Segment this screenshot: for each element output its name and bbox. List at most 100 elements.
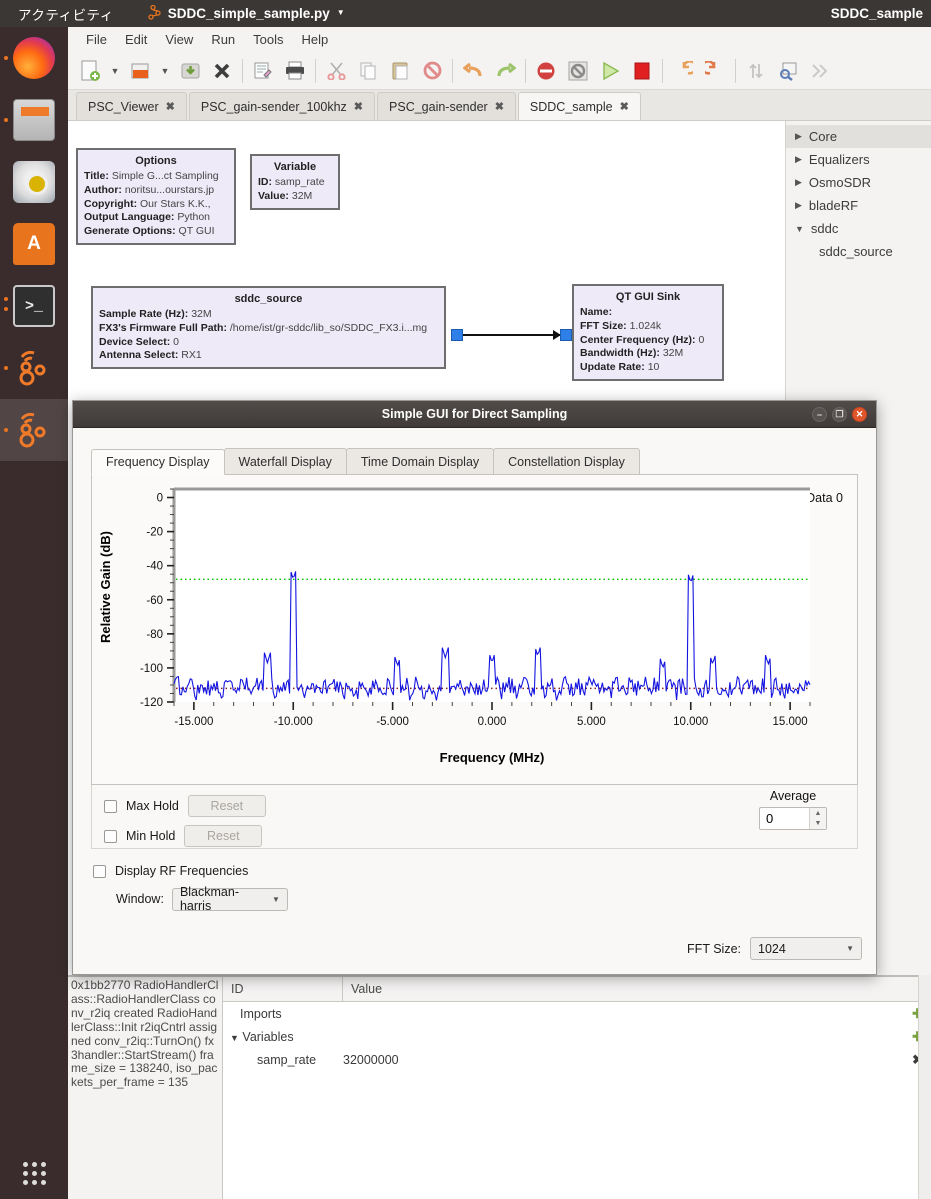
close-icon[interactable]: ✖: [166, 100, 175, 113]
block-category-bladerf[interactable]: ▶ bladeRF: [786, 194, 931, 217]
average-stepper[interactable]: 0 ▲ ▼: [759, 807, 827, 830]
save-icon[interactable]: [174, 55, 206, 87]
toolbar-separator: [242, 58, 243, 83]
chevron-down-icon[interactable]: ▼: [230, 1033, 239, 1043]
dialog-title-bar[interactable]: Simple GUI for Direct Sampling − ❐ ✕: [73, 401, 876, 428]
variable-block[interactable]: Variable ID: samp_rate Value: 32M: [250, 154, 340, 210]
stepper-up-icon[interactable]: ▲: [810, 808, 826, 819]
stepper-down-icon[interactable]: ▼: [810, 819, 826, 830]
min-hold-checkbox[interactable]: [104, 829, 117, 843]
window-menu[interactable]: SDDC_simple_sample.py ▼: [148, 4, 345, 23]
dock-item-rhythmbox[interactable]: [0, 151, 68, 213]
block-title: Options: [135, 155, 177, 167]
close-icon[interactable]: ✖: [495, 100, 504, 113]
tab-time-domain-display[interactable]: Time Domain Display: [345, 448, 495, 474]
dock-item-software[interactable]: A: [0, 213, 68, 275]
max-hold-checkbox[interactable]: [104, 799, 117, 813]
dock-item-files[interactable]: [0, 89, 68, 151]
kill-flowgraph-icon[interactable]: [626, 55, 658, 87]
dock-item-terminal[interactable]: >_: [0, 275, 68, 337]
qt-gui-sink-window: Simple GUI for Direct Sampling − ❐ ✕ Fre…: [72, 400, 877, 975]
running-dot: [4, 56, 8, 60]
block-category-equalizers[interactable]: ▶ Equalizers: [786, 148, 931, 171]
tab-constellation-display[interactable]: Constellation Display: [493, 448, 640, 474]
flip-vertical-icon[interactable]: [740, 55, 772, 87]
sddc-source-block[interactable]: sddc_source Sample Rate (Hz): 32M FX3's …: [91, 286, 446, 370]
menu-run[interactable]: Run: [202, 30, 244, 49]
dock-item-firefox[interactable]: [0, 27, 68, 89]
undo-icon[interactable]: [457, 55, 489, 87]
find-block-icon[interactable]: [772, 55, 804, 87]
block-param: Output Language: Python: [84, 211, 228, 225]
menu-help[interactable]: Help: [293, 30, 338, 49]
block-item-sddc-source[interactable]: sddc_source: [786, 240, 931, 263]
disable-icon[interactable]: [530, 55, 562, 87]
tab-frequency-display[interactable]: Frequency Display: [91, 449, 225, 475]
display-rf-row: Display RF Frequencies: [91, 858, 858, 884]
qt-gui-sink-input-port[interactable]: [560, 329, 572, 341]
table-row[interactable]: ▼ Variables ✚: [223, 1025, 931, 1048]
menu-file[interactable]: File: [77, 30, 116, 49]
new-file-dropdown-icon[interactable]: ▼: [106, 55, 124, 87]
block-category-core[interactable]: ▶ Core: [786, 125, 931, 148]
category-label: OsmoSDR: [808, 175, 872, 190]
tab-sddc-sample[interactable]: SDDC_sample ✖: [517, 92, 641, 120]
running-dot: [4, 366, 8, 370]
dock-item-gnuradio-2[interactable]: [0, 399, 68, 461]
tab-label: Constellation Display: [508, 454, 625, 469]
close-icon[interactable]: ✖: [620, 100, 629, 113]
bypass-icon[interactable]: [562, 55, 594, 87]
menu-view[interactable]: View: [156, 30, 202, 49]
vertical-scrollbar[interactable]: [918, 975, 931, 1199]
table-row[interactable]: samp_rate 32000000 ✖: [223, 1048, 931, 1071]
maximize-button[interactable]: ❐: [832, 407, 847, 422]
new-file-icon[interactable]: [74, 55, 106, 87]
menu-edit[interactable]: Edit: [116, 30, 156, 49]
cut-icon[interactable]: [320, 55, 352, 87]
average-value[interactable]: 0: [760, 808, 809, 829]
close-icon[interactable]: [206, 55, 238, 87]
open-file-dropdown-icon[interactable]: ▼: [156, 55, 174, 87]
block-category-osmosdr[interactable]: ▶ OsmoSDR: [786, 171, 931, 194]
edit-properties-icon[interactable]: [247, 55, 279, 87]
tab-label: SDDC_sample: [529, 99, 613, 114]
paste-icon[interactable]: [384, 55, 416, 87]
options-block[interactable]: Options Title: Simple G...ct Sampling Au…: [76, 148, 236, 246]
block-category-sddc[interactable]: ▼ sddc: [786, 217, 931, 240]
sddc-source-output-port[interactable]: [451, 329, 463, 341]
print-icon[interactable]: [279, 55, 311, 87]
tab-psc-viewer[interactable]: PSC_Viewer ✖: [76, 92, 187, 120]
rotate-left-icon[interactable]: [667, 55, 699, 87]
redo-icon[interactable]: [489, 55, 521, 87]
activities-button[interactable]: アクティビティ: [18, 4, 114, 24]
close-icon[interactable]: ✖: [354, 100, 363, 113]
files-icon: [13, 99, 55, 141]
connection-wire[interactable]: [463, 330, 561, 340]
show-applications-button[interactable]: [0, 1162, 68, 1185]
rotate-right-icon[interactable]: [699, 55, 731, 87]
close-button[interactable]: ✕: [852, 407, 867, 422]
execute-flowgraph-icon[interactable]: [594, 55, 626, 87]
tab-waterfall-display[interactable]: Waterfall Display: [223, 448, 347, 474]
console-output[interactable]: 0x1bb2770 RadioHandlerClass::RadioHandle…: [68, 977, 223, 1199]
svg-text:15.000: 15.000: [773, 716, 808, 728]
window-select[interactable]: Blackman-harris ▼: [171, 885, 288, 913]
tab-psc-gain-sender[interactable]: PSC_gain-sender ✖: [377, 92, 516, 120]
more-tools-icon[interactable]: [804, 55, 836, 87]
copy-icon[interactable]: [352, 55, 384, 87]
menu-tools[interactable]: Tools: [244, 30, 292, 49]
dock-item-gnuradio-1[interactable]: [0, 337, 68, 399]
qt-gui-sink-block[interactable]: QT GUI Sink Name: FFT Size: 1.024k Cente…: [572, 284, 724, 382]
max-hold-reset-button[interactable]: Reset: [187, 795, 266, 817]
block-param: ID: samp_rate: [258, 176, 332, 190]
disable-block-icon[interactable]: [416, 55, 448, 87]
frequency-plot-panel[interactable]: Relative Gain (dB) Frequency (MHz) Data …: [91, 475, 858, 785]
tab-psc-gain-sender-100khz[interactable]: PSC_gain-sender_100khz ✖: [188, 92, 376, 120]
min-hold-reset-button[interactable]: Reset: [184, 825, 263, 847]
open-file-icon[interactable]: [124, 55, 156, 87]
minimize-button[interactable]: −: [812, 407, 827, 422]
display-rf-checkbox[interactable]: [93, 864, 106, 878]
table-row[interactable]: Imports ✚: [223, 1002, 931, 1025]
fft-size-select[interactable]: 1024 ▼: [750, 937, 862, 960]
chevron-right-icon: ▶: [795, 200, 802, 210]
